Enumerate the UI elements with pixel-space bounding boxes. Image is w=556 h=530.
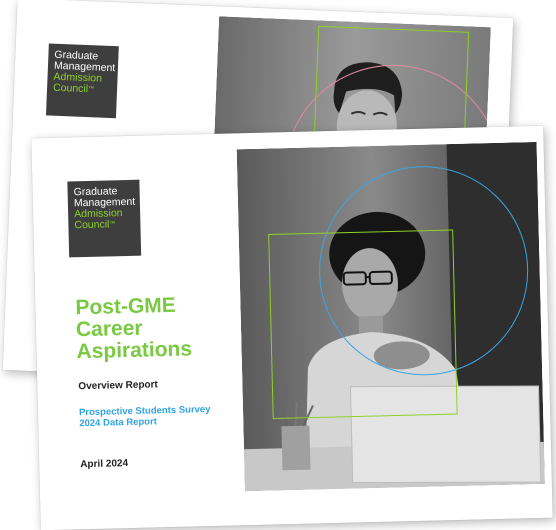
title-line-3: Aspirations [76, 337, 192, 363]
front-report-cover: Graduate Management Admission Council™ P… [31, 126, 552, 530]
title-line-1: Post-GME [75, 294, 176, 319]
title-line-2: Career [76, 317, 143, 342]
logo-line-4: Council [74, 218, 109, 231]
logo-line-4: Council [53, 82, 88, 95]
logo-trademark: ™ [109, 221, 115, 227]
woman-at-laptop-photo [237, 142, 545, 491]
report-subtitle: Overview Report [78, 379, 158, 392]
survey-line-2: 2024 Data Report [79, 415, 211, 429]
report-title: Post-GME Career Aspirations [75, 294, 192, 363]
gmac-logo: Graduate Management Admission Council™ [46, 43, 119, 118]
logo-trademark: ™ [88, 86, 94, 92]
gmac-logo: Graduate Management Admission Council™ [67, 180, 141, 258]
report-date: April 2024 [80, 458, 128, 470]
survey-name: Prospective Students Survey 2024 Data Re… [79, 404, 211, 429]
